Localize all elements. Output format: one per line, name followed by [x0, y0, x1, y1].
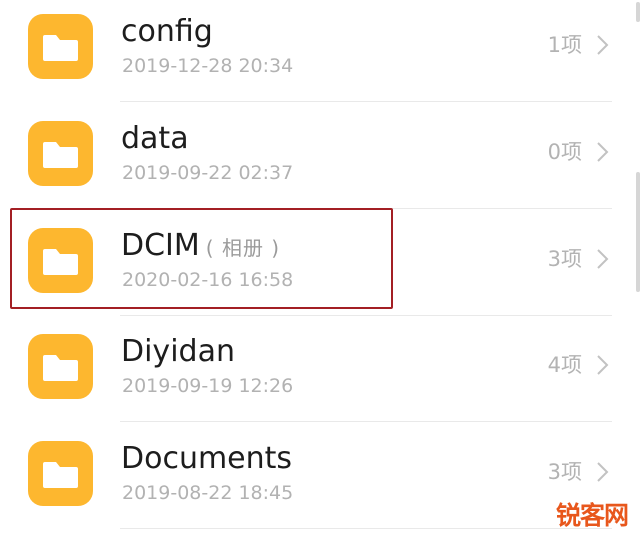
folder-modified-date: 2019-09-19 12:26 — [122, 375, 294, 397]
folder-name: Documents — [121, 441, 293, 476]
folder-icon — [28, 334, 93, 399]
folder-row-data[interactable]: data 2019-09-22 02:37 0项 — [0, 103, 632, 209]
folder-modified-date: 2019-09-22 02:37 — [122, 162, 294, 184]
watermark-logo: 锐客网 — [555, 501, 629, 530]
chevron-right-icon — [597, 249, 609, 269]
folder-name: config — [121, 14, 213, 49]
folder-item-count: 4项 — [547, 353, 582, 377]
folder-modified-date: 2019-12-28 20:34 — [122, 55, 294, 77]
scrollbar[interactable] — [636, 2, 640, 22]
folder-item-count: 1项 — [547, 33, 582, 57]
folder-icon — [28, 121, 93, 186]
folder-icon — [28, 14, 93, 79]
folder-row-diyidan[interactable]: Diyidan 2019-09-19 12:26 4项 — [0, 316, 632, 422]
chevron-right-icon — [597, 355, 609, 375]
file-list: config 2019-12-28 20:34 1项 data 2019-09-… — [0, 0, 640, 548]
highlight-box — [10, 208, 393, 309]
folder-item-count: 0项 — [547, 140, 582, 164]
chevron-right-icon — [597, 35, 609, 55]
folder-row-config[interactable]: config 2019-12-28 20:34 1项 — [0, 0, 632, 102]
folder-item-count: 3项 — [547, 247, 582, 271]
folder-row-documents[interactable]: Documents 2019-08-22 18:45 3项 — [0, 423, 632, 529]
folder-icon — [28, 441, 93, 506]
folder-name: data — [121, 121, 189, 156]
folder-item-count: 3项 — [547, 460, 582, 484]
folder-name: Diyidan — [121, 334, 235, 369]
row-divider — [120, 528, 612, 529]
folder-modified-date: 2019-08-22 18:45 — [122, 482, 294, 504]
chevron-right-icon — [597, 462, 609, 482]
chevron-right-icon — [597, 142, 609, 162]
scrollbar[interactable] — [636, 172, 640, 292]
row-divider — [120, 421, 612, 422]
row-divider — [120, 101, 612, 102]
